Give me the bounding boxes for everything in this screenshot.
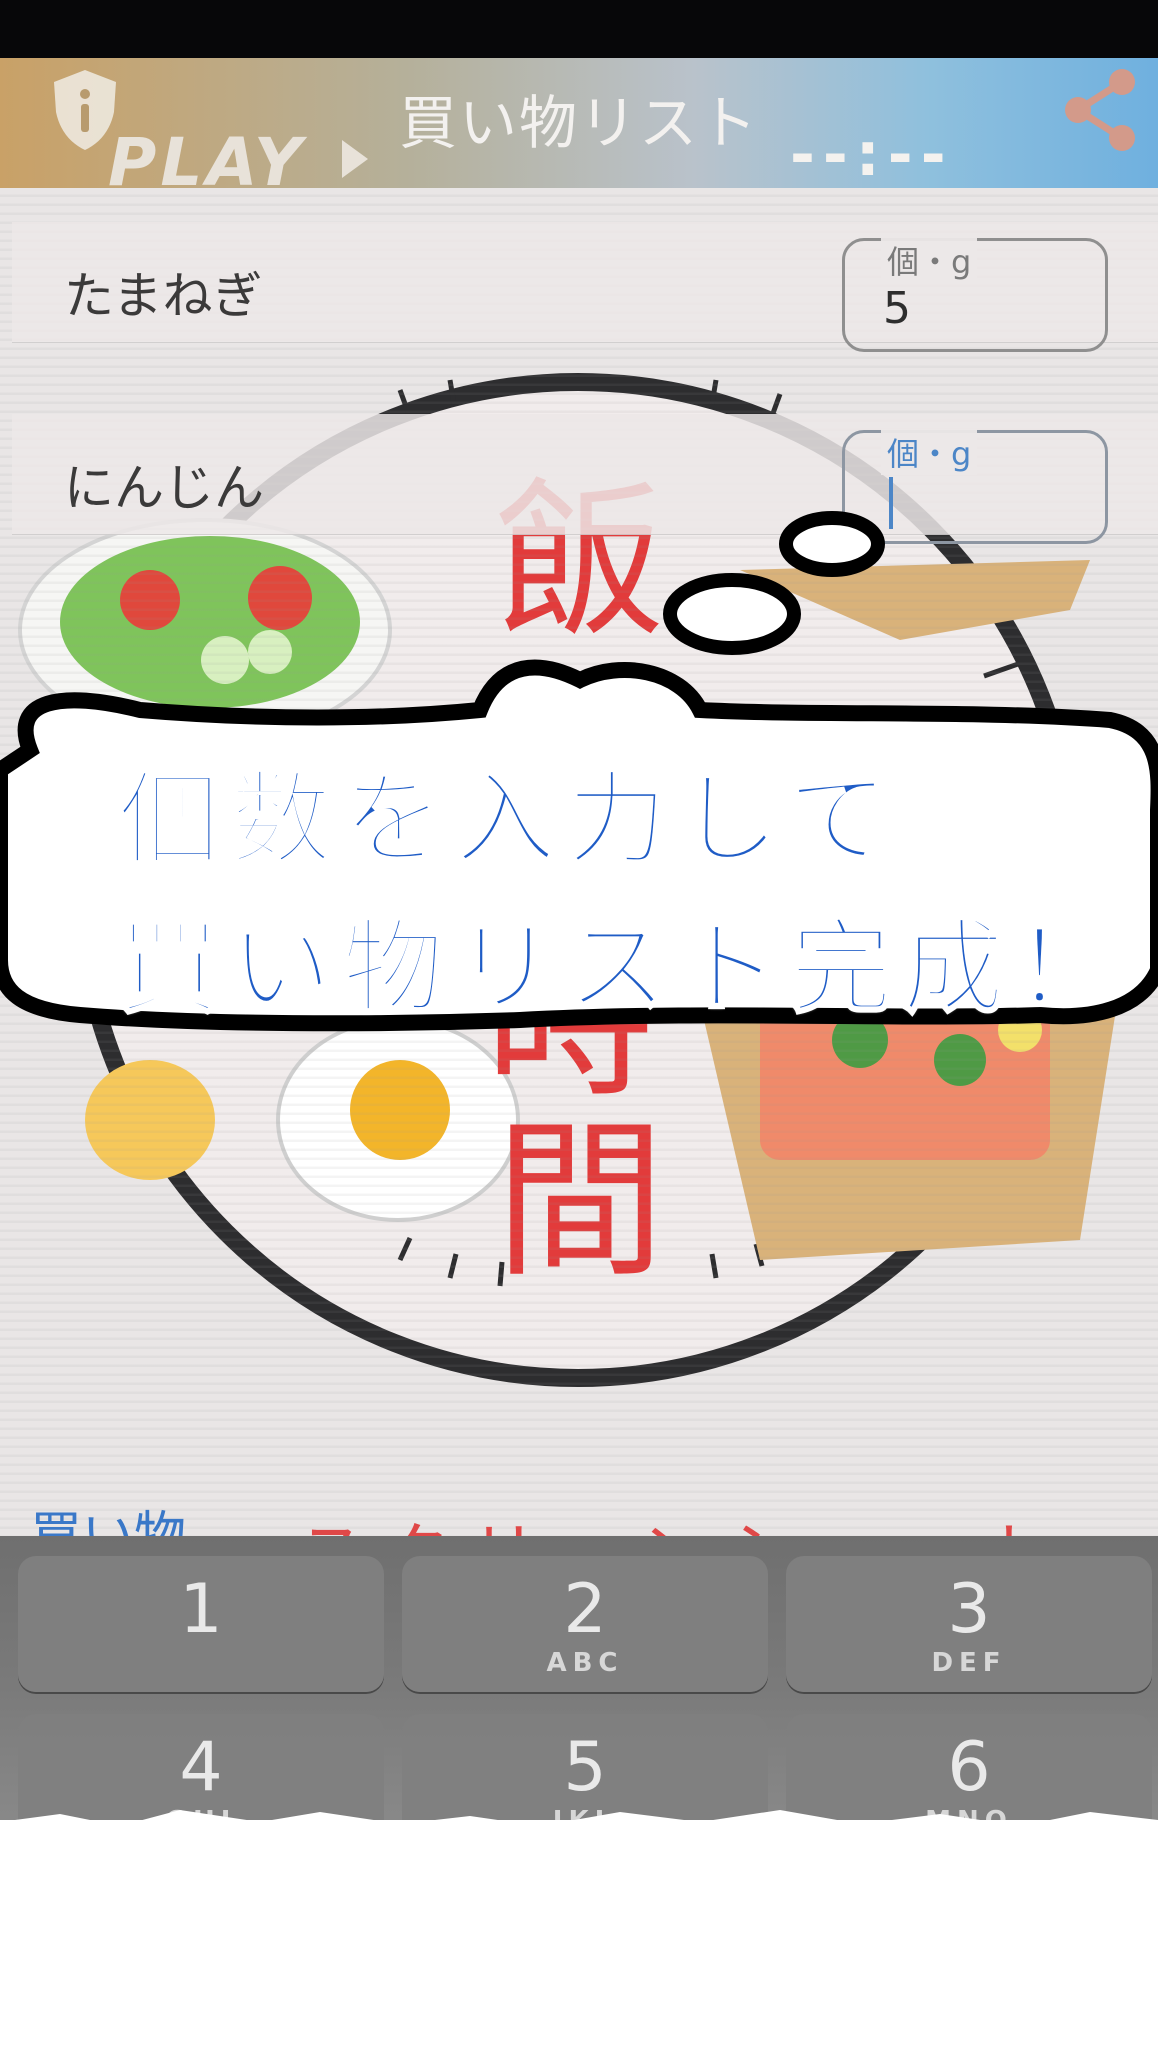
clock-text-bottom: 間 — [495, 1103, 665, 1301]
key-letters: DEF — [931, 1648, 1007, 1678]
unit-label: 個・g — [881, 237, 978, 283]
key-digit: 3 — [947, 1570, 991, 1649]
time-label: --:-- — [790, 120, 954, 190]
unit-label: 個・g — [881, 429, 978, 475]
quantity-value: 5 — [883, 283, 911, 334]
quantity-field[interactable]: 個・g 5 — [842, 237, 1108, 352]
key-digit: 2 — [563, 1570, 607, 1649]
key-1[interactable]: 1 — [18, 1556, 384, 1692]
list-item: たまねぎ 個・g 5 — [12, 222, 1158, 352]
numeric-keypad: 1 2 ABC 3 DEF 4 GHI 5 JKL 6 MNO — [0, 1536, 1158, 1850]
speech-bubble: 個数を入力して 買い物リスト完成！ — [0, 510, 1158, 1070]
status-bar — [0, 0, 1158, 58]
key-digit: 1 — [179, 1570, 223, 1649]
nav-header: 買い物リスト PLAY --:-- — [0, 58, 1158, 201]
key-letters: ABC — [546, 1648, 624, 1678]
share-icon[interactable] — [1062, 66, 1140, 152]
key-2[interactable]: 2 ABC — [402, 1556, 768, 1692]
bubble-line-1: 個数を入力して — [117, 760, 899, 882]
torn-edge — [0, 1810, 1158, 1852]
play-icon — [342, 140, 368, 178]
key-3[interactable]: 3 DEF — [786, 1556, 1152, 1692]
app-screen: 買い物リスト PLAY --:-- 飯 間 たまねぎ 個・g 5 にんじん 個・… — [0, 0, 1158, 2059]
item-name: たまねぎ — [64, 267, 263, 325]
torn-paper-overlay — [0, 1810, 1158, 2059]
play-label: PLAY — [108, 124, 306, 201]
bubble-line-2: 買い物リスト完成！ — [117, 908, 1126, 1030]
